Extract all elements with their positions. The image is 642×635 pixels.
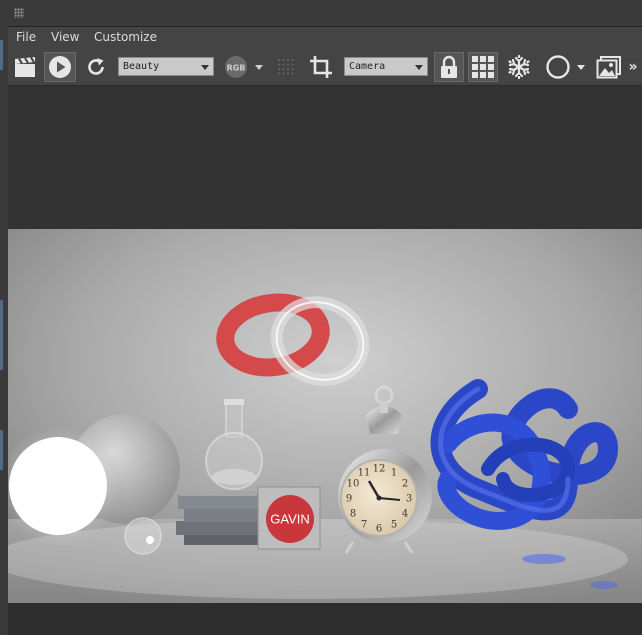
clock-numeral: 5 [391,520,397,531]
lock-camera-button[interactable] [434,52,464,82]
play-icon [49,56,71,78]
render-setup-button[interactable] [10,52,40,82]
rendered-image: GAVIN 12 1 2 3 4 5 6 7 8 9 10 11 [8,229,642,603]
menu-file[interactable]: File [16,30,36,44]
clock-numeral: 10 [347,479,360,490]
menu-view[interactable]: View [51,30,79,44]
render-button[interactable] [44,52,76,82]
sample-shape-dropdown[interactable] [574,52,588,82]
color-channel-button[interactable]: RGB [222,52,250,82]
frame-buffer-viewport[interactable]: GAVIN 12 1 2 3 4 5 6 7 8 9 10 11 [8,86,642,635]
glass-ball [124,517,162,555]
clock-numeral: 8 [350,509,356,520]
gavin-box: GAVIN [257,486,321,550]
render-toolbar: Beauty RGB Camera » [8,49,642,85]
grid-icon [472,56,494,78]
refresh-icon [88,58,104,75]
rgb-circle-icon: RGB [225,56,247,78]
clock-numeral: 7 [361,520,367,531]
box-label: GAVIN [270,512,310,527]
chevron-down-icon [201,65,209,70]
render-scene-image: GAVIN 12 12 3 45678 9 1011 [8,229,642,603]
title-bar[interactable] [8,0,642,27]
chevron-down-icon [577,64,585,70]
clock-numeral: 2 [402,479,408,490]
dotted-region-icon [278,59,294,75]
menu-customize[interactable]: Customize [94,30,157,44]
chevron-down-icon [255,64,263,70]
crop-region-button[interactable] [306,52,336,82]
circle-icon [546,55,570,79]
viewport-bottom-bar [8,603,642,635]
color-channel-dropdown[interactable] [252,52,266,82]
light-sphere [9,437,107,535]
camera-select[interactable]: Camera [344,57,428,76]
freeze-button[interactable] [504,52,534,82]
clock-numeral: 1 [391,468,397,479]
tile-grid-button[interactable] [468,52,498,82]
clock-numeral: 9 [346,494,352,505]
image-icon [596,56,621,79]
region-dots-button[interactable] [274,52,298,82]
camera-value: Camera [349,61,386,72]
render-channel-value: Beauty [123,61,160,72]
drag-grip-icon[interactable] [14,8,24,18]
rerender-button[interactable] [82,52,110,82]
crop-icon [310,56,332,78]
snowflake-icon [508,54,530,80]
render-channel-select[interactable]: Beauty [118,57,214,76]
clock-numeral: 12 [373,464,386,475]
clock-numeral: 4 [402,509,408,520]
color-mode-label: RGB [227,64,246,73]
clock-numeral: 6 [376,524,382,535]
sample-shape-button[interactable] [544,52,572,82]
left-dock-strip [0,0,8,635]
menu-bar: File View Customize [8,27,642,49]
clapperboard-icon [15,56,35,77]
clock-numeral: 11 [358,468,371,479]
toolbar-overflow-button[interactable]: » [626,52,640,82]
lock-icon [441,55,457,78]
chevron-down-icon [415,65,423,70]
clock-numeral: 3 [406,494,412,505]
save-image-button[interactable] [594,52,624,82]
